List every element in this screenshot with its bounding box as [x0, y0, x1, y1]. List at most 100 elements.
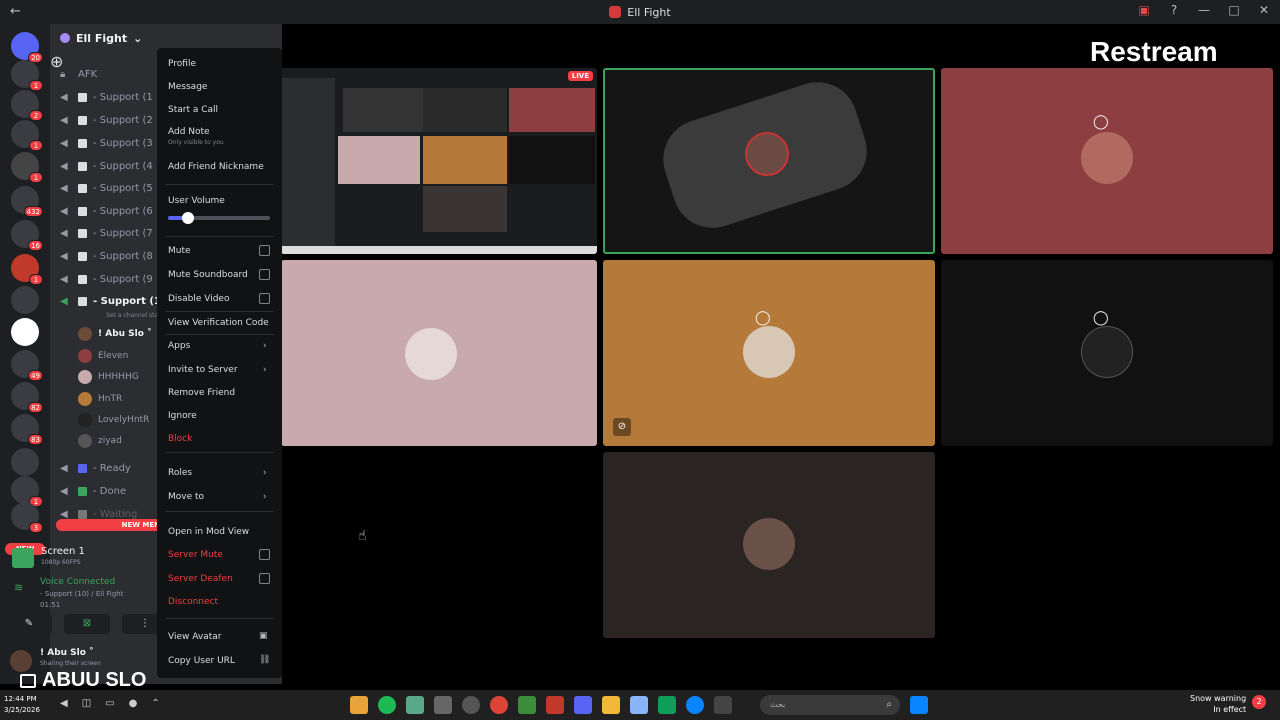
spotify-icon[interactable]	[378, 696, 396, 714]
channel-ready[interactable]: ◀ - Ready	[60, 458, 131, 478]
guild-icon[interactable]: 16	[11, 220, 43, 251]
help-icon[interactable]: ?	[1166, 3, 1182, 17]
menu-item-add-note[interactable]: Add Note Only visible to you	[168, 127, 224, 146]
home-guild-icon[interactable]: 20	[11, 32, 43, 63]
guild-icon[interactable]: 1	[11, 120, 43, 151]
volume-icon[interactable]: ◀	[60, 698, 68, 709]
notification-badge[interactable]: 2	[1252, 695, 1267, 709]
menu-item-view-avatar[interactable]: View Avatar	[168, 632, 221, 642]
windows-start-icon[interactable]	[910, 696, 928, 714]
acrobat-icon[interactable]	[546, 696, 564, 714]
channel-support[interactable]: ◀ - Support (8	[60, 246, 153, 266]
guild-icon[interactable]	[11, 286, 39, 314]
close-icon[interactable]: ✕	[1256, 3, 1272, 17]
guild-icon[interactable]: 49	[11, 350, 43, 381]
video-tile[interactable]: ◯ ⊘	[603, 260, 935, 446]
menu-item-copy-user-url[interactable]: Copy User URL	[168, 656, 235, 666]
voice-member[interactable]: ziyad	[78, 432, 122, 450]
mic-icon[interactable]: ●	[129, 698, 138, 709]
menu-item-invite-to-server[interactable]: Invite to Server	[168, 365, 238, 375]
voice-status[interactable]: Voice Connected	[40, 577, 115, 587]
menu-item-server-mute[interactable]: Server Mute	[168, 550, 223, 560]
channel-support[interactable]: ◀ - Support (2	[60, 110, 153, 130]
menu-item-move-to[interactable]: Move to	[168, 492, 204, 502]
folder-icon[interactable]	[602, 696, 620, 714]
menu-item-remove-friend[interactable]: Remove Friend	[168, 388, 235, 398]
channel-support[interactable]: ◀ - Support (7	[60, 223, 153, 243]
guild-icon[interactable]: 82	[11, 382, 43, 413]
menu-item-add-friend-nickname[interactable]: Add Friend Nickname	[168, 162, 264, 172]
menu-item-roles[interactable]: Roles	[168, 468, 192, 478]
noise-suppression-icon[interactable]: ✎	[6, 614, 52, 634]
app-icon[interactable]	[350, 696, 368, 714]
guild-icon[interactable]	[11, 318, 39, 346]
app-icon[interactable]	[434, 696, 452, 714]
guild-icon[interactable]	[11, 448, 39, 476]
display-icon[interactable]: ▭	[105, 698, 114, 709]
channel-support[interactable]: ◀ - Support (6	[60, 201, 153, 221]
menu-item-block[interactable]: Block	[168, 434, 192, 444]
settings-icon[interactable]	[462, 696, 480, 714]
inbox-icon[interactable]: ▣	[1136, 3, 1152, 17]
menu-item-server-deafen[interactable]: Server Deafen	[168, 574, 233, 584]
channel-support[interactable]: ◀ - Support (5	[60, 178, 153, 198]
server-deafen-checkbox[interactable]	[259, 573, 270, 584]
app-icon[interactable]	[658, 696, 676, 714]
screen-share-card[interactable]: Screen 1 1080p 60FPS	[12, 546, 152, 576]
video-tile[interactable]	[603, 452, 935, 638]
menu-item-mute[interactable]: Mute	[168, 246, 191, 256]
guild-icon[interactable]: 3	[11, 502, 43, 533]
network-icon[interactable]: ◫	[82, 698, 91, 709]
weather-widget[interactable]: Snow warning In effect 2	[1190, 693, 1267, 715]
disable-video-checkbox[interactable]	[259, 293, 270, 304]
menu-item-start-call[interactable]: Start a Call	[168, 105, 218, 115]
discord-icon[interactable]	[574, 696, 592, 714]
app-icon[interactable]	[714, 696, 732, 714]
voice-member[interactable]: Eleven	[78, 347, 128, 365]
menu-item-ignore[interactable]: Ignore	[168, 411, 197, 421]
maximize-icon[interactable]: □	[1226, 3, 1242, 17]
video-tile[interactable]: ◯	[941, 68, 1273, 254]
menu-item-view-verification-code[interactable]: View Verification Code	[168, 318, 269, 328]
guild-icon[interactable]: 1	[11, 254, 43, 285]
minimize-icon[interactable]: —	[1196, 3, 1212, 17]
chrome-icon[interactable]	[490, 696, 508, 714]
video-tile[interactable]	[281, 260, 597, 446]
new-mentions-bar[interactable]: NEW MEN	[56, 519, 166, 531]
stream-tile[interactable]: LIVE	[281, 68, 597, 254]
voice-member[interactable]: HnTR	[78, 390, 122, 408]
channel-support[interactable]: ◀ - Support (4	[60, 156, 153, 176]
channel-support[interactable]: ◀ - Support (3	[60, 133, 153, 153]
channel-support[interactable]: ◀ - Support (1	[60, 87, 153, 107]
mute-soundboard-checkbox[interactable]	[259, 269, 270, 280]
guild-icon[interactable]: 432	[11, 186, 43, 217]
menu-item-profile[interactable]: Profile	[168, 59, 196, 69]
guild-icon[interactable]: 1	[11, 476, 43, 507]
mute-checkbox[interactable]	[259, 245, 270, 256]
guild-icon[interactable]: 1	[11, 60, 43, 91]
voice-member[interactable]: HHHHHG	[78, 368, 139, 386]
guild-icon[interactable]: 83	[11, 414, 43, 445]
video-tile[interactable]: ◯	[941, 260, 1273, 446]
channel-done[interactable]: ◀ - Done	[60, 481, 126, 501]
voice-channel-path[interactable]: - Support (10) / Ell Fight	[40, 590, 123, 598]
app-icon[interactable]	[406, 696, 424, 714]
menu-item-mute-soundboard[interactable]: Mute Soundboard	[168, 270, 248, 280]
back-arrow-icon[interactable]: ←	[10, 4, 21, 19]
taskbar-clock[interactable]: 12:44 PM 3/25/2026	[4, 694, 40, 716]
user-volume-slider[interactable]	[168, 212, 270, 224]
server-mute-checkbox[interactable]	[259, 549, 270, 560]
chevron-up-icon[interactable]: ⌃	[151, 698, 159, 709]
menu-item-disable-video[interactable]: Disable Video	[168, 294, 229, 304]
video-tile-speaking[interactable]	[603, 68, 935, 254]
app-icon[interactable]	[518, 696, 536, 714]
taskbar-search[interactable]: بحث ⌕	[760, 695, 900, 715]
guild-icon[interactable]: 1	[11, 152, 43, 183]
menu-item-apps[interactable]: Apps	[168, 341, 190, 351]
guild-icon[interactable]: 2	[11, 90, 43, 121]
signal-icon[interactable]: ≋	[14, 581, 23, 594]
channel-afk[interactable]: 🔒︎ AFK	[60, 64, 97, 84]
voice-member[interactable]: ! Abu Slo ˚	[78, 325, 152, 343]
channel-support-active[interactable]: ◀ - Support (1(	[60, 291, 165, 311]
app-icon[interactable]	[630, 696, 648, 714]
